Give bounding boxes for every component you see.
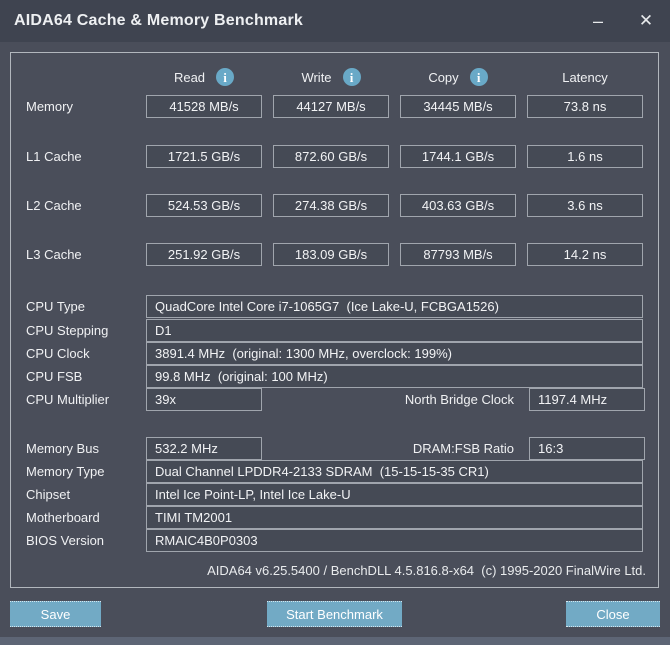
l3-read-value: 251.92 GB/s [146,243,262,266]
memory-write-value: 44127 MB/s [273,95,389,118]
dram-fsb-ratio-label: DRAM:FSB Ratio [412,441,514,456]
bottom-accent-strip [0,637,670,645]
l2-latency-value: 3.6 ns [527,194,643,217]
column-header-latency: Latency [527,67,643,87]
cpu-clock-label: CPU Clock [26,346,90,361]
cpu-clock-row: CPU Clock 3891.4 MHz (original: 1300 MHz… [11,342,658,365]
cpu-type-value: QuadCore Intel Core i7-1065G7 (Ice Lake-… [146,295,643,318]
benchmark-row-l2: L2 Cache 524.53 GB/s 274.38 GB/s 403.63 … [11,194,658,217]
titlebar: AIDA64 Cache & Memory Benchmark – ✕ [0,0,670,42]
l2-read-value: 524.53 GB/s [146,194,262,217]
cpu-multiplier-label: CPU Multiplier [26,392,110,407]
close-button[interactable]: Close [566,601,660,627]
chipset-label: Chipset [26,487,71,502]
benchmark-row-l3: L3 Cache 251.92 GB/s 183.09 GB/s 87793 M… [11,243,658,266]
l1-copy-value: 1744.1 GB/s [400,145,516,168]
cpu-type-row: CPU Type QuadCore Intel Core i7-1065G7 (… [11,295,658,318]
memory-type-row: Memory Type Dual Channel LPDDR4-2133 SDR… [11,460,658,483]
row-label: L3 Cache [26,247,82,262]
start-benchmark-button[interactable]: Start Benchmark [267,601,402,627]
row-label: L1 Cache [26,149,82,164]
dram-fsb-ratio-value: 16:3 [529,437,645,460]
row-label: Memory [26,99,73,114]
app-version-text: AIDA64 v6.25.5400 / BenchDLL 4.5.816.8-x… [207,563,646,578]
content-frame: Read i Write i Copy i Latency Memory 415… [10,52,659,588]
motherboard-label: Motherboard [26,510,100,525]
memory-bus-row: Memory Bus 532.2 MHz DRAM:FSB Ratio 16:3 [11,437,658,460]
column-header-write: Write i [273,67,389,87]
window-controls: – ✕ [574,0,670,42]
cpu-multiplier-row: CPU Multiplier 39x North Bridge Clock 11… [11,388,658,411]
l1-write-value: 872.60 GB/s [273,145,389,168]
aida64-benchmark-window: { "window": { "title": "AIDA64 Cache & M… [0,0,670,645]
column-header-latency-label: Latency [562,69,608,85]
cpu-stepping-label: CPU Stepping [26,323,109,338]
memory-bus-label: Memory Bus [26,441,99,456]
bios-version-row: BIOS Version RMAIC4B0P0303 [11,529,658,552]
cpu-stepping-row: CPU Stepping D1 [11,319,658,342]
window-title: AIDA64 Cache & Memory Benchmark [14,12,303,29]
cpu-clock-value: 3891.4 MHz (original: 1300 MHz, overcloc… [146,342,643,365]
chipset-row: Chipset Intel Ice Point-LP, Intel Ice La… [11,483,658,506]
cpu-type-label: CPU Type [26,299,86,314]
column-header-copy-label: Copy [428,69,459,85]
benchmark-row-memory: Memory 41528 MB/s 44127 MB/s 34445 MB/s … [11,95,658,118]
column-header-read: Read i [146,67,262,87]
read-info-icon[interactable]: i [216,68,235,86]
bios-version-label: BIOS Version [26,533,105,548]
l2-copy-value: 403.63 GB/s [400,194,516,217]
l1-latency-value: 1.6 ns [527,145,643,168]
memory-read-value: 41528 MB/s [146,95,262,118]
benchmark-header-row: Read i Write i Copy i Latency [11,67,658,87]
l3-latency-value: 14.2 ns [527,243,643,266]
cpu-fsb-label: CPU FSB [26,369,83,384]
cpu-multiplier-value: 39x [146,388,262,411]
minimize-icon[interactable]: – [574,0,622,42]
chipset-value: Intel Ice Point-LP, Intel Ice Lake-U [146,483,643,506]
cpu-fsb-value: 99.8 MHz (original: 100 MHz) [146,365,643,388]
memory-bus-value: 532.2 MHz [146,437,262,460]
l1-read-value: 1721.5 GB/s [146,145,262,168]
write-info-icon[interactable]: i [342,68,361,86]
bios-version-value: RMAIC4B0P0303 [146,529,643,552]
cpu-stepping-value: D1 [146,319,643,342]
column-header-read-label: Read [173,69,206,85]
memory-type-value: Dual Channel LPDDR4-2133 SDRAM (15-15-15… [146,460,643,483]
l3-copy-value: 87793 MB/s [400,243,516,266]
column-header-write-label: Write [301,69,332,85]
column-header-copy: Copy i [400,67,516,87]
memory-type-label: Memory Type [26,464,105,479]
north-bridge-clock-label: North Bridge Clock [404,392,514,407]
close-icon[interactable]: ✕ [622,0,670,42]
memory-copy-value: 34445 MB/s [400,95,516,118]
copy-info-icon[interactable]: i [469,68,488,86]
north-bridge-clock-value: 1197.4 MHz [529,388,645,411]
motherboard-row: Motherboard TIMI TM2001 [11,506,658,529]
cpu-fsb-row: CPU FSB 99.8 MHz (original: 100 MHz) [11,365,658,388]
l2-write-value: 274.38 GB/s [273,194,389,217]
l3-write-value: 183.09 GB/s [273,243,389,266]
row-label: L2 Cache [26,198,82,213]
save-button[interactable]: Save [10,601,101,627]
motherboard-value: TIMI TM2001 [146,506,643,529]
benchmark-row-l1: L1 Cache 1721.5 GB/s 872.60 GB/s 1744.1 … [11,145,658,168]
memory-latency-value: 73.8 ns [527,95,643,118]
